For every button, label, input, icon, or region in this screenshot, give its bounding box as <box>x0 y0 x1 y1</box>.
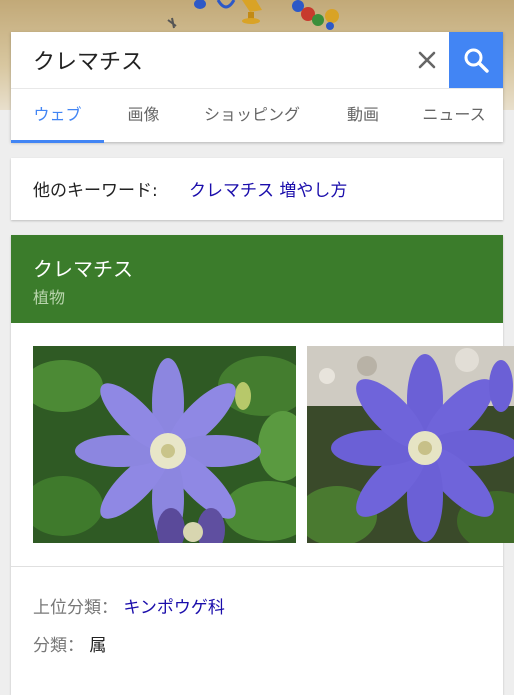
search-bar <box>11 32 503 88</box>
related-searches-card: 他のキーワード: クレマチス 増やし方 <box>11 158 503 220</box>
fact-key: 分類： <box>33 636 84 656</box>
entity-subtitle: 植物 <box>33 288 66 307</box>
search-card: ウェブ 画像 ショッピング 動画 ニュース <box>11 32 503 143</box>
related-searches-label: 他のキーワード: <box>33 181 158 201</box>
tab-videos[interactable]: 動画 <box>321 89 405 143</box>
doodle-illustration <box>167 0 339 30</box>
clematis-photo <box>33 346 296 543</box>
search-input[interactable] <box>33 42 403 78</box>
entity-image[interactable] <box>33 346 296 543</box>
fact-row-parent-taxon: 上位分類： キンポウゲ科 <box>33 593 225 618</box>
tab-shopping[interactable]: ショッピング <box>183 89 321 143</box>
related-search-link[interactable]: クレマチス 増やし方 <box>189 176 347 201</box>
clematis-photo <box>307 346 514 543</box>
entity-image[interactable] <box>307 346 514 543</box>
fact-value: 属 <box>89 636 107 656</box>
search-icon <box>464 48 489 73</box>
fact-key: 上位分類： <box>33 598 118 618</box>
entity-title: クレマチス <box>33 257 133 281</box>
divider <box>11 566 503 567</box>
tab-news[interactable]: ニュース <box>405 89 503 143</box>
tab-images[interactable]: 画像 <box>104 89 183 143</box>
knowledge-panel: クレマチス 植物 上位分類： キンポウゲ科 分類： 属 <box>11 235 514 695</box>
search-button[interactable] <box>449 32 503 88</box>
clear-button[interactable] <box>407 40 447 80</box>
search-tabs: ウェブ 画像 ショッピング 動画 ニュース <box>11 88 503 143</box>
close-icon <box>418 51 436 69</box>
active-tab-indicator <box>11 140 104 143</box>
knowledge-panel-header: クレマチス 植物 <box>11 235 503 323</box>
fact-value-link[interactable]: キンポウゲ科 <box>123 598 225 618</box>
tab-web[interactable]: ウェブ <box>11 89 104 143</box>
fact-row-rank: 分類： 属 <box>33 631 106 656</box>
